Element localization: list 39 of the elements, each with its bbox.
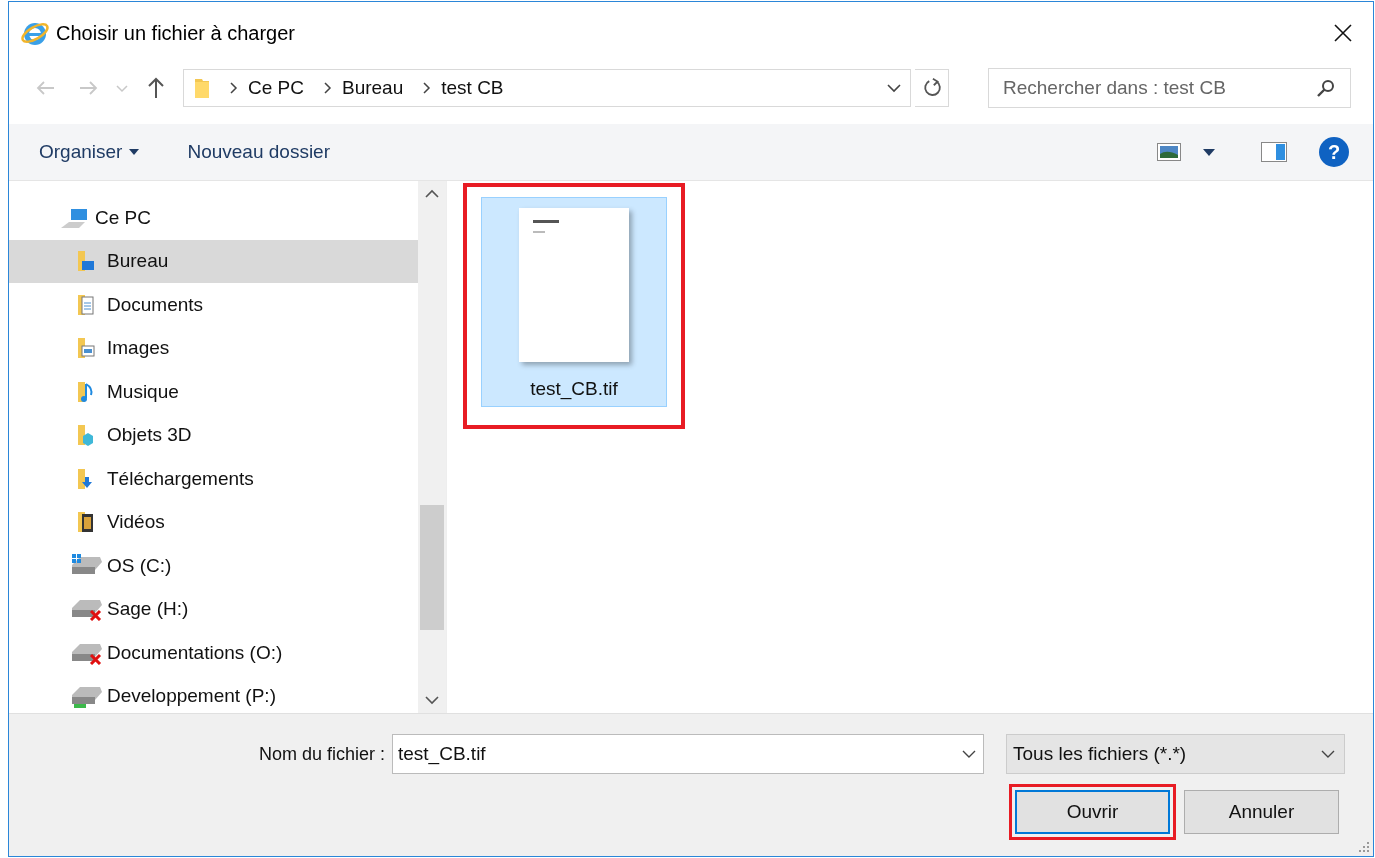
sidebar-item[interactable]: Developpement (P:) bbox=[9, 674, 418, 713]
organize-menu-button[interactable]: Organiser bbox=[29, 135, 150, 169]
sidebar-item[interactable]: Téléchargements bbox=[9, 457, 418, 501]
address-bar[interactable]: Ce PC Bureau test CB bbox=[183, 69, 911, 107]
caret-down-icon bbox=[129, 149, 140, 155]
breadcrumb-item[interactable]: Ce PC bbox=[248, 77, 304, 99]
close-icon bbox=[1333, 23, 1353, 43]
dialog-button[interactable]: Annuler bbox=[1184, 790, 1339, 834]
sidebar-item[interactable]: Bureau bbox=[9, 239, 418, 283]
sidebar-item[interactable]: Documents bbox=[9, 283, 418, 327]
sidebar-item[interactable]: Documentations (O:) bbox=[9, 631, 418, 675]
chevron-right-icon bbox=[228, 81, 238, 95]
refresh-button[interactable] bbox=[915, 69, 949, 107]
chevron-right-icon bbox=[421, 81, 432, 95]
sidebar-item[interactable]: Images bbox=[9, 326, 418, 370]
caret-down-icon bbox=[1203, 148, 1215, 156]
resize-grip-icon[interactable] bbox=[1358, 841, 1370, 853]
breadcrumb-item[interactable]: test CB bbox=[441, 77, 504, 99]
folder-icon bbox=[194, 77, 210, 99]
file-type-dropdown[interactable]: Tous les fichiers (*.*) bbox=[1006, 734, 1345, 774]
breadcrumb-item[interactable]: Bureau bbox=[341, 77, 404, 99]
file-item[interactable]: test_CB.tif bbox=[481, 197, 667, 407]
sidebar-item[interactable]: Objets 3D bbox=[9, 413, 418, 457]
help-button[interactable]: ? bbox=[1319, 137, 1349, 167]
disconnected-drive-icon bbox=[71, 597, 103, 622]
dialog-button[interactable]: Ouvrir bbox=[1015, 790, 1170, 834]
new-folder-button[interactable]: Nouveau dossier bbox=[177, 135, 340, 169]
scrollbar[interactable] bbox=[418, 181, 446, 713]
sidebar-item[interactable]: Vidéos bbox=[9, 500, 418, 544]
sidebar-item[interactable]: Sage (H:) bbox=[9, 587, 418, 631]
sidebar-item[interactable]: OS (C:) bbox=[9, 544, 418, 588]
search-icon bbox=[1316, 78, 1336, 98]
network-drive-icon bbox=[71, 684, 103, 709]
filename-label: Nom du fichier : bbox=[258, 743, 385, 765]
sidebar-item[interactable]: Ce PC bbox=[9, 196, 418, 240]
sidebar-item[interactable]: Musique bbox=[9, 370, 418, 414]
chevron-right-icon bbox=[321, 81, 332, 95]
scrollbar-thumb[interactable] bbox=[420, 505, 444, 630]
window-title: Choisir un fichier à charger bbox=[56, 21, 295, 45]
